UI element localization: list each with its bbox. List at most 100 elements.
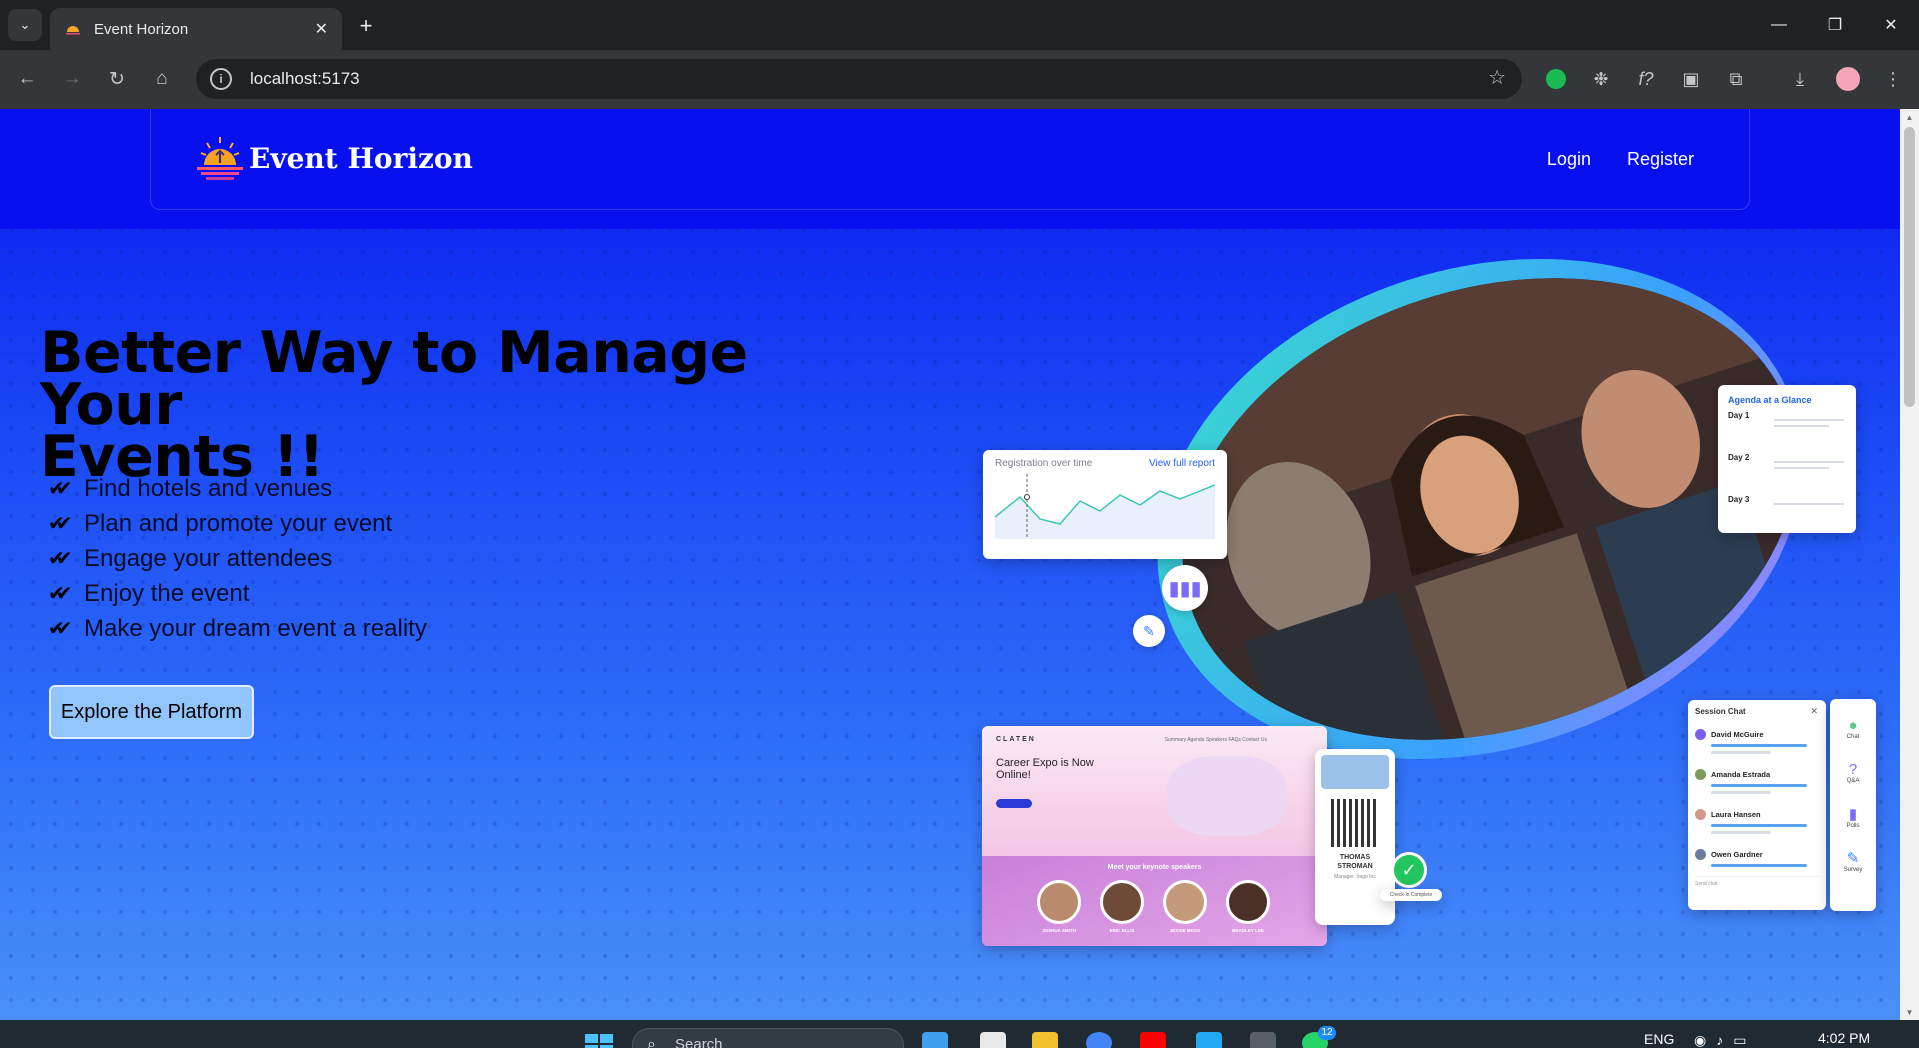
taskbar-app-copilot-icon[interactable]: [922, 1032, 948, 1048]
navbar: Event Horizon Login Register: [150, 109, 1750, 210]
double-check-icon: ✔✔: [48, 583, 73, 605]
chat-message: David McGuire: [1695, 716, 1819, 756]
speaker-name: BRADLEY LEE: [1232, 928, 1264, 933]
polls-icon: ▮: [1848, 806, 1858, 823]
login-link[interactable]: Login: [1547, 149, 1591, 170]
taskbar-app-chrome-icon[interactable]: [1086, 1032, 1112, 1048]
agenda-card: Agenda at a Glance Day 1 Day 2 Day 3: [1718, 385, 1856, 533]
feature-list: ✔✔ Find hotels and venues ✔✔ Plan and prom…: [48, 471, 427, 646]
taskbar-search-placeholder: Search: [675, 1036, 723, 1048]
extension-sidepanel-icon[interactable]: ▣: [1678, 66, 1704, 92]
chat-message: Owen Gardner: [1695, 836, 1819, 876]
language-indicator[interactable]: ENG: [1644, 1031, 1674, 1047]
sunset-logo-icon: [197, 137, 243, 180]
register-link[interactable]: Register: [1627, 149, 1694, 170]
side-item: ▮ Polls: [1830, 805, 1876, 849]
feature-text: Plan and promote your event: [84, 509, 393, 537]
speaker-name: JESSIE MOSS: [1169, 928, 1201, 933]
agenda-day: Day 1: [1728, 411, 1846, 453]
registration-chart-card: Registration over time View full report: [983, 450, 1227, 559]
feature-text: Make your dream event a reality: [84, 614, 427, 642]
registration-title: Registration over time: [995, 458, 1093, 469]
speakers-title: Meet your keynote speakers: [1107, 864, 1202, 871]
home-button[interactable]: ⌂: [147, 64, 177, 94]
pen-icon: ✎: [1133, 615, 1165, 647]
chat-icon: ●: [1848, 717, 1858, 734]
feature-text: Enjoy the event: [84, 579, 250, 607]
taskbar-app-notepad-icon[interactable]: [980, 1032, 1006, 1048]
restore-button[interactable]: ❐: [1807, 0, 1863, 50]
tab-close-icon[interactable]: ✕: [315, 19, 328, 39]
site-info-icon[interactable]: i: [210, 68, 232, 90]
extension-green-icon[interactable]: [1543, 66, 1569, 92]
speaker-avatar: [1163, 880, 1207, 924]
taskbar-app-chrome-profile-icon[interactable]: [1250, 1032, 1276, 1048]
engagement-sidebar-card: ● Chat ? Q&A ▮ Polls ✎ Survey: [1830, 699, 1876, 911]
browser-tab[interactable]: Event Horizon ✕: [50, 8, 342, 50]
downloads-icon[interactable]: ⤓: [1787, 66, 1813, 92]
scroll-down-arrow-icon[interactable]: ▼: [1900, 1004, 1919, 1020]
browser-toolbar: ← → ↻ ⌂ i localhost:5173 ☆ ❉ f? ▣ ⧉ ⤓ ⋮: [0, 50, 1919, 109]
new-tab-button[interactable]: +: [352, 12, 380, 40]
tab-search-button[interactable]: ⌄: [8, 9, 42, 41]
profile-avatar[interactable]: [1835, 66, 1861, 92]
reload-button[interactable]: ↻: [102, 64, 132, 94]
view-report-link: View full report: [1149, 458, 1215, 469]
search-icon: ⌕: [647, 1036, 656, 1048]
scroll-up-arrow-icon[interactable]: ▲: [1900, 109, 1919, 125]
feature-item: ✔✔ Engage your attendees: [48, 541, 427, 576]
speaker-name: JOSHUA SMITH: [1042, 928, 1076, 933]
close-window-button[interactable]: ✕: [1863, 0, 1919, 50]
taskbar-app-files-icon[interactable]: [1032, 1032, 1058, 1048]
notification-badge: 12: [1318, 1026, 1336, 1040]
back-button[interactable]: ←: [12, 64, 42, 94]
double-check-icon: ✔✔: [48, 548, 73, 570]
brand-name: Event Horizon: [249, 141, 473, 175]
url-text: localhost:5173: [250, 69, 360, 88]
minimize-button[interactable]: —: [1751, 0, 1807, 50]
taskbar-app-youtube-icon[interactable]: [1140, 1032, 1166, 1048]
browser-menu-icon[interactable]: ⋮: [1880, 66, 1906, 92]
side-item: ✎ Survey: [1830, 849, 1876, 893]
speaker-avatar: [1100, 880, 1144, 924]
hero-title-line-1: Better Way to Manage Your: [40, 320, 748, 438]
browser-tab-bar: ⌄ Event Horizon ✕ + — ❐ ✕: [0, 0, 1919, 50]
hero-illustration: Registration over time View full report …: [980, 178, 1880, 946]
system-tray-icons[interactable]: ◉♪▭: [1694, 1032, 1756, 1048]
speaker-name: ERIC ELLIS: [1109, 928, 1135, 933]
badge-header: [1321, 755, 1389, 789]
extensions-puzzle-icon[interactable]: ⧉: [1723, 66, 1749, 92]
site-nav: Summary Agenda Speakers FAQs Contact Us: [1164, 737, 1267, 743]
speaker-avatar: [1037, 880, 1081, 924]
extension-paw-icon[interactable]: ❉: [1588, 66, 1614, 92]
forward-button[interactable]: →: [57, 64, 87, 94]
check-complete-icon: ✓: [1391, 852, 1427, 888]
checkin-label: Check-in Complete: [1380, 889, 1442, 901]
page-scrollbar[interactable]: ▲ ▼: [1900, 109, 1919, 1020]
sunset-favicon-icon: [64, 20, 82, 38]
agenda-title: Agenda at a Glance: [1728, 395, 1812, 405]
double-check-icon: ✔✔: [48, 513, 73, 535]
expo-graphic: [1167, 756, 1287, 836]
taskbar-app-vscode-icon[interactable]: [1196, 1032, 1222, 1048]
side-item: ? Q&A: [1830, 761, 1876, 805]
explore-platform-button[interactable]: Explore the Platform: [49, 685, 254, 739]
chat-message: Amanda Estrada: [1695, 756, 1819, 796]
bookmark-star-icon[interactable]: ☆: [1488, 65, 1506, 90]
clock[interactable]: 4:02 PM: [1818, 1030, 1870, 1046]
qr-code: [1331, 799, 1379, 847]
agenda-day: Day 2: [1728, 453, 1846, 495]
nav-links: Login Register: [1547, 149, 1694, 170]
extension-fx-icon[interactable]: f?: [1633, 66, 1659, 92]
windows-taskbar: ⌕ Search 12 ENG ◉♪▭ 4:02 PM: [0, 1020, 1919, 1048]
brand[interactable]: Event Horizon: [193, 135, 473, 181]
speaker-avatar: [1226, 880, 1270, 924]
chat-title: Session Chat: [1695, 707, 1746, 716]
taskbar-search[interactable]: ⌕ Search: [632, 1028, 904, 1048]
start-button[interactable]: [585, 1034, 613, 1048]
event-site-card: CLATEN Summary Agenda Speakers FAQs Cont…: [982, 726, 1327, 946]
window-controls: — ❐ ✕: [1751, 0, 1919, 50]
chat-message: Laura Hansen: [1695, 796, 1819, 836]
address-bar[interactable]: i localhost:5173 ☆: [196, 59, 1522, 99]
scroll-thumb[interactable]: [1904, 127, 1915, 407]
